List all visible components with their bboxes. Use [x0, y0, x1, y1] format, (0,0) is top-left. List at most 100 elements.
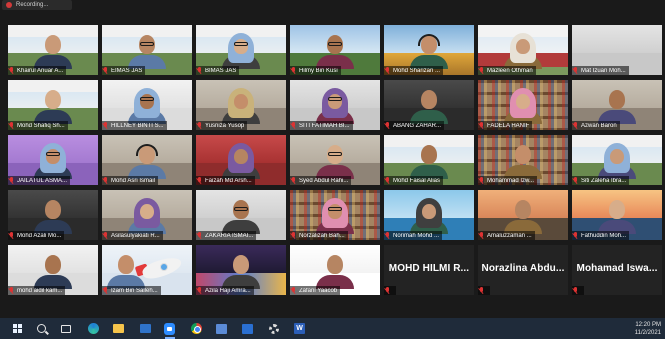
- participant-video-tile[interactable]: Siti Zaleha Ibra...: [572, 135, 662, 185]
- participant-name-label: JAILATUL ASMA...: [17, 177, 68, 184]
- system-clock[interactable]: 12:20 PM 11/2/2021: [635, 321, 661, 337]
- recording-label: Recording...: [16, 2, 49, 8]
- participant-video-feed: [128, 144, 166, 179]
- participant-video-tile[interactable]: Hilmy Bin Kusi: [290, 25, 380, 75]
- participant-video-tile[interactable]: Mohd Sharizan ...: [384, 25, 474, 75]
- edge-browser-icon[interactable]: [88, 323, 99, 334]
- task-view-icon[interactable]: [60, 323, 71, 334]
- mic-muted-icon: [291, 122, 297, 129]
- participant-name-tag: Mohd Faisal Alias: [384, 176, 444, 185]
- participant-video-tile[interactable]: Mohd Azali Mo...: [8, 190, 98, 240]
- participant-video-tile[interactable]: Azwan Baron: [572, 80, 662, 130]
- participant-video-feed: [34, 255, 72, 289]
- participant-video-tile[interactable]: Zafani Yaacob: [290, 245, 380, 295]
- participant-video-feed: [504, 200, 542, 234]
- participant-video-tile[interactable]: Mohd Asri Ismail: [102, 135, 192, 185]
- participant-name-label: Mazleen Othman: [487, 67, 533, 74]
- participant-video-tile[interactable]: Khairul Anuar A...: [8, 25, 98, 75]
- participant-video-tile[interactable]: Asilasulyakiati R...: [102, 190, 192, 240]
- photos-app-icon[interactable]: [216, 323, 227, 334]
- participant-video-tile[interactable]: Norimah Mohd ...: [384, 190, 474, 240]
- participant-name-label: HILLNEY BINTI S...: [111, 122, 164, 129]
- mic-muted-icon: [9, 67, 15, 74]
- word-app-icon[interactable]: W: [294, 323, 305, 334]
- mic-muted-icon: [385, 67, 391, 74]
- participant-video-tile[interactable]: EIMAS JAS: [102, 25, 192, 75]
- participant-name-label: Mohd Asri Ismail: [111, 177, 156, 184]
- participant-video-tile[interactable]: Norzalizah Bah...: [290, 190, 380, 240]
- participant-name-label: Mohd Azali Mo...: [17, 232, 62, 239]
- participant-video-tile[interactable]: Mohammad Izw...: [478, 135, 568, 185]
- participant-video-tile[interactable]: Amaluzzaman ...: [478, 190, 568, 240]
- participant-video-feed: [107, 255, 145, 289]
- participant-name-tag: Asilasulyakiati R...: [102, 231, 163, 240]
- participant-name-tag: Norimah Mohd ...: [384, 231, 443, 240]
- participant-video-feed: [316, 88, 354, 124]
- participant-video-tile[interactable]: MOHD HILMI R...: [384, 245, 474, 295]
- participant-video-tile[interactable]: Fathuddin Moh...: [572, 190, 662, 240]
- mail-icon[interactable]: [140, 323, 151, 334]
- participant-video-tile[interactable]: Azila Haji Amra...: [196, 245, 286, 295]
- mic-muted-icon: [479, 122, 485, 129]
- participant-name-label: mohd aidil kam...: [17, 287, 63, 294]
- participant-video-tile[interactable]: Mat Izuan Moh...: [572, 25, 662, 75]
- mic-muted-icon: [291, 67, 297, 74]
- mic-muted-icon: [573, 232, 579, 239]
- record-dot-icon: [6, 2, 12, 8]
- participant-video-feed: [316, 255, 354, 289]
- mic-muted-icon: [103, 177, 109, 184]
- mic-muted-icon: [385, 177, 391, 184]
- participant-video-tile[interactable]: Mazleen Othman: [478, 25, 568, 75]
- participant-video-tile[interactable]: BIMAS JAS: [196, 25, 286, 75]
- mic-muted-icon: [9, 122, 15, 129]
- clock-date: 11/2/2021: [634, 330, 661, 336]
- participant-video-tile[interactable]: ABANG ZAHAR...: [384, 80, 474, 130]
- mic-muted-icon: [197, 67, 203, 74]
- store-app-icon[interactable]: [242, 323, 253, 334]
- search-icon[interactable]: [36, 323, 47, 334]
- participant-name-tag: Norzalizah Bah...: [290, 231, 348, 240]
- windows-taskbar: W 12:20 PM 11/2/2021: [0, 318, 665, 339]
- participant-video-tile[interactable]: Norazlina Abdu...: [478, 245, 568, 295]
- zoom-app-icon[interactable]: [164, 322, 175, 335]
- participant-name-label: Norzalizah Bah...: [299, 232, 345, 239]
- windows-start-icon[interactable]: [12, 323, 23, 334]
- participant-name-label: Mohammad Izw...: [487, 177, 535, 184]
- participant-name-tag: Azila Haji Amra...: [196, 286, 254, 295]
- participant-name-tag: Amaluzzaman ...: [478, 231, 535, 240]
- settings-gear-icon[interactable]: [268, 323, 279, 334]
- chrome-browser-icon[interactable]: [191, 323, 202, 334]
- mic-muted-icon: [573, 287, 579, 294]
- participant-name-tag: [478, 286, 490, 295]
- participant-video-tile[interactable]: SITI FATIMAH BI...: [290, 80, 380, 130]
- participant-name-label: Siti Zaleha Ibra...: [581, 177, 627, 184]
- participant-video-tile[interactable]: JAILATUL ASMA...: [8, 135, 98, 185]
- participant-video-tile[interactable]: Yusniza Yusop: [196, 80, 286, 130]
- participant-name-label: Asilasulyakiati R...: [111, 232, 160, 239]
- participant-video-feed: [598, 143, 636, 179]
- participant-video-tile[interactable]: FADELA HANIF: [478, 80, 568, 130]
- participant-video-feed: [34, 143, 72, 179]
- participant-video-tile[interactable]: Izam Bin Salleh...: [102, 245, 192, 295]
- participant-name-display: MOHD HILMI R...: [388, 263, 470, 274]
- participant-video-tile[interactable]: Mohamad Iswa...: [572, 245, 662, 295]
- file-explorer-icon[interactable]: [113, 323, 124, 334]
- participant-name-label: Norimah Mohd ...: [393, 232, 440, 239]
- participant-name-label: Amaluzzaman ...: [487, 232, 532, 239]
- mic-muted-icon: [573, 67, 579, 74]
- participant-video-tile[interactable]: Syed Abdul Rahi...: [290, 135, 380, 185]
- mic-muted-icon: [385, 287, 391, 294]
- mic-muted-icon: [479, 287, 485, 294]
- recording-indicator[interactable]: Recording...: [2, 0, 72, 10]
- participant-video-tile[interactable]: Faizah Md Arsh...: [196, 135, 286, 185]
- participant-video-tile[interactable]: Mohd Faisal Alias: [384, 135, 474, 185]
- participant-name-label: Mohd Sharizan ...: [393, 67, 441, 74]
- participant-video-tile[interactable]: mohd aidil kam...: [8, 245, 98, 295]
- participant-name-label: ABANG ZAHAR...: [393, 122, 442, 129]
- participant-video-tile[interactable]: ZAKARIA ISMAI...: [196, 190, 286, 240]
- participant-name-label: FADELA HANIF: [487, 122, 530, 129]
- participant-video-tile[interactable]: Mohd Shafiq Sh...: [8, 80, 98, 130]
- participant-video-feed: [34, 90, 72, 124]
- participant-video-tile[interactable]: HILLNEY BINTI S...: [102, 80, 192, 130]
- participant-name-label: Khairul Anuar A...: [17, 67, 64, 74]
